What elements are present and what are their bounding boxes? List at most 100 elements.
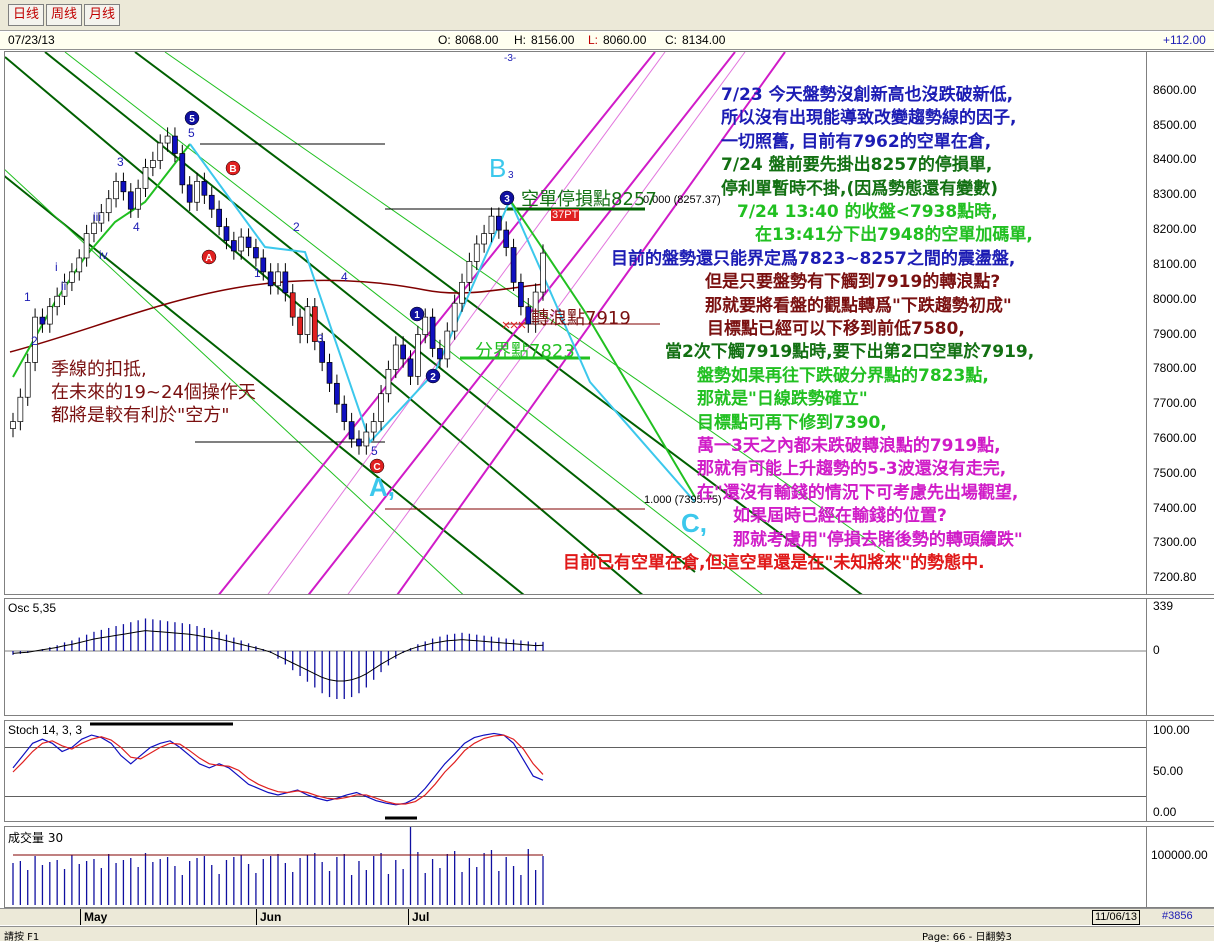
candle-body (120, 180, 127, 193)
osc-title: Osc 5,35 (8, 601, 57, 615)
tab-monthly[interactable]: 月线 (84, 4, 121, 26)
stoch-d-line (12, 734, 544, 805)
wave-num: 2 (31, 334, 38, 348)
month-divider (408, 909, 409, 925)
candle-body (363, 431, 370, 447)
bar-code: #3856 (1162, 910, 1193, 922)
commentary-line: 在"還沒有輸錢的情況下可考慮先出場觀望, (697, 482, 1019, 503)
candle-body (83, 233, 90, 259)
osc-tick: 339 (1153, 599, 1174, 613)
commentary-line: 萬一3天之內都未跌破轉浪點的7919點, (697, 436, 1001, 456)
stoch-k-line (12, 732, 544, 806)
quote-info-bar: 07/23/13 O: 8068.00 H: 8156.00 L: 8060.0… (0, 32, 1214, 50)
candle-body (481, 233, 487, 245)
wave-num: 3 (317, 332, 324, 346)
candle-body (223, 226, 230, 241)
candle-body (39, 316, 46, 325)
commentary-line: 停利單暫時不掛,(因爲勢態還有變數) (721, 178, 998, 199)
wave-num: 1 (24, 290, 31, 304)
candle-body (392, 344, 399, 370)
candle-body (157, 142, 164, 161)
commentary-line: 目前已有空單在倉,但這空單還是在"未知將來"的勢態中. (563, 553, 985, 573)
osc-panel[interactable]: Osc 5,35 (4, 598, 1148, 716)
candle-body (17, 396, 24, 422)
candle-body (334, 382, 340, 405)
candle-body (429, 316, 436, 349)
wave-marker-text: A (205, 253, 212, 264)
wave-num: i (55, 260, 58, 274)
candle-body (260, 257, 267, 273)
commentary-line: 目標點已經可以下移到前低7580, (707, 319, 965, 339)
status-bar: 請按 F1 Page: 66 - 日翻勢3 (0, 926, 1214, 943)
close-label: C: (665, 33, 677, 47)
commentary-line: 但是只要盤勢有下觸到7919的轉浪點? (705, 272, 1001, 293)
candle-body (69, 271, 75, 283)
candle-body (459, 281, 465, 304)
wave-num: 5 (371, 444, 378, 458)
volume-tick: 100000.00 (1151, 848, 1208, 862)
wave-marker-text: B (229, 164, 236, 175)
label-minus3: -3- (504, 53, 517, 64)
candle-body (186, 184, 193, 203)
wave-num: 1 (254, 266, 261, 280)
volume-axis: 100000.00 (1146, 826, 1214, 908)
left-note-line: 都將是較有利於"空方" (51, 405, 230, 426)
candle-body (150, 160, 156, 168)
price-tick: 8400.00 (1153, 152, 1197, 167)
candle-body (466, 261, 473, 283)
wave-marker-text: 1 (414, 310, 420, 321)
wave-num: 4 (133, 220, 140, 234)
price-tick: 8500.00 (1153, 117, 1197, 132)
commentary-line: 如果屆時已經在輸錢的位置? (733, 506, 947, 527)
open-label: O: (438, 33, 451, 47)
candle-body (341, 403, 348, 422)
turn-point-label: 轉浪點7919 (531, 308, 631, 329)
month-divider (80, 909, 81, 925)
status-left: 請按 F1 (4, 932, 40, 943)
high-label: H: (514, 33, 526, 47)
wave-num: 3 (117, 155, 124, 169)
volume-panel[interactable]: 成交量 30 (4, 826, 1148, 908)
month-label: Jul (412, 910, 430, 924)
stoch-panel[interactable]: Stoch 14, 3, 3 (4, 720, 1148, 822)
candle-body (238, 236, 245, 252)
candle-body (510, 247, 517, 283)
wave-marker-text: 3 (504, 194, 510, 205)
osc-signal-line (12, 630, 544, 682)
commentary-line: 目前的盤勢還只能界定爲7823~8257之間的震盪盤, (611, 248, 1016, 269)
time-axis: May Jun Jul 11/06/13 #3856 (0, 908, 1214, 925)
candle-body (46, 306, 53, 325)
price-tick: 7500.00 (1153, 465, 1197, 480)
stoch-tick: 0.00 (1153, 805, 1177, 819)
price-tick: 7200.80 (1153, 570, 1197, 584)
candle-body (127, 191, 134, 210)
price-tick: 7300.00 (1153, 535, 1197, 550)
candle-body (444, 330, 451, 360)
price-tick: 7700.00 (1153, 396, 1197, 411)
wave-A-label: A, (369, 472, 395, 502)
month-label: May (84, 910, 108, 924)
price-tick: 8200.00 (1153, 222, 1197, 237)
end-date: 11/06/13 (1092, 910, 1141, 925)
commentary-line: 在13:41分下出7948的空單加碼單, (755, 225, 1033, 246)
volume-title: 成交量 30 (8, 829, 63, 846)
wave-num: 2 (293, 220, 300, 234)
wave-marker-text: 2 (430, 372, 436, 383)
commentary-line: 目標點可再下修到7390, (697, 412, 887, 433)
candle-body (407, 358, 414, 377)
wave-num: 4 (341, 270, 348, 284)
candle-body (216, 208, 222, 227)
candle-body (253, 247, 259, 259)
stoch-tick: 50.00 (1153, 764, 1184, 778)
candle-body (142, 167, 149, 189)
candle-body (518, 281, 524, 308)
stoch-title: Stoch 14, 3, 3 (8, 723, 83, 737)
price-chart-panel[interactable]: 5312BAC -3- 0.000 (8257.37) 1.000 (7395.… (4, 51, 1148, 595)
tab-weekly[interactable]: 周线 (46, 4, 83, 26)
candle-body (348, 421, 355, 440)
commentary-line: 一切照舊, 目前有7962的空單在倉, (721, 131, 992, 152)
candle-body (230, 240, 237, 252)
candle-body (24, 362, 31, 398)
candle-body (356, 438, 362, 447)
tab-daily[interactable]: 日线 (8, 4, 45, 26)
